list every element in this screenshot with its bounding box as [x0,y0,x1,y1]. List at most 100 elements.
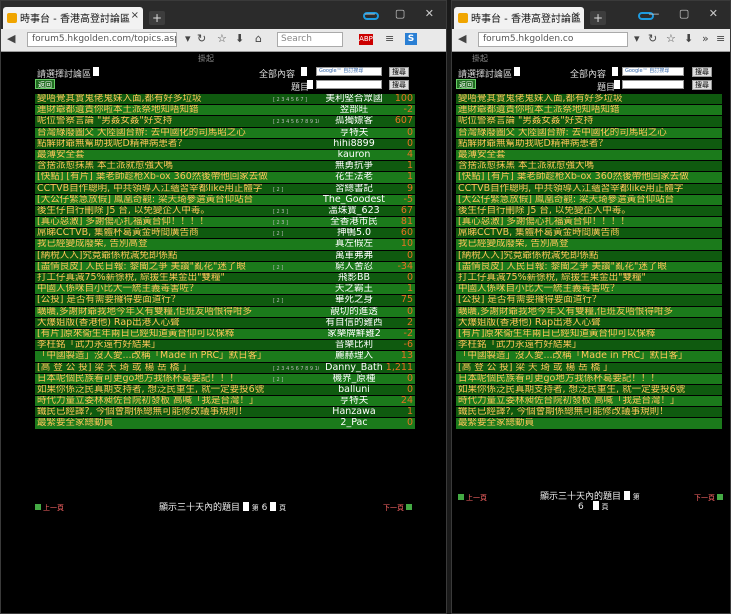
topic-author[interactable]: 亨特夫 [319,396,389,406]
topic-title[interactable]: 如果你係泛民真期支持者, 想泛民重生, 就一定要投6號 [37,385,273,395]
window-controls[interactable]: — ▢ ✕ [648,7,726,20]
topic-row[interactable]: [真心惡激] 多謝傷心扎福黃台仰！！！！ [456,217,722,229]
topic-author[interactable]: 花生法老 [319,172,389,182]
topic-author[interactable]: 無勇抗爭 [319,161,389,171]
topic-title[interactable]: CCTVB自作聰明, 中共領導人江蘊習宰都like用正體字 [37,184,273,194]
topic-title[interactable]: [高 登 公 投] 梁 天 琦 或 楊 岳 橋 」 [37,363,273,373]
topic-author[interactable]: 有自信的雞西 [319,318,389,328]
topic-title[interactable]: 最緊要全家總動員 [37,418,273,428]
topic-title[interactable]: 最薄安全套 [37,150,273,160]
topic-row[interactable]: 最緊要全家總動員 2_Pac 0 [35,418,415,430]
topic-author[interactable]: 亨特夫 [319,128,389,138]
back-button[interactable]: 返回 [456,79,476,89]
topic-title[interactable]: 打工仔真減75%薪徐稅, 綜援生果金出"雙糧" [458,273,720,283]
topic-row[interactable]: 「中國製造」沒人愛...改稱「Made in PRC」默日客」 [456,351,722,363]
topic-row[interactable]: 台灣綠廢圖父 大陸國台辦: 去中國化的司馬昭之心 亨特夫 0 [35,127,415,139]
home-icon[interactable]: ⌂ [255,32,262,45]
subject-dropdown[interactable] [614,80,620,89]
url-field[interactable]: forum5.hkgolden.co [478,32,628,47]
topic-title[interactable]: 李柱銘「武力永遠冇好結果」 [37,340,273,350]
topic-row[interactable]: 李柱銘「武力永遠冇好結果」 [456,340,722,352]
bookmark-star-icon[interactable]: ☆ [217,32,227,45]
topic-row[interactable]: 鐵民已經譯?, 今個會期係總無可能修改議事規則！ [456,407,722,419]
topic-title[interactable]: [高 登 公 投] 梁 天 琦 或 楊 岳 橋 」 [458,363,720,373]
topic-title[interactable]: 後生仔自行刪除 J5 台, 以免變企人中毒。 [37,206,273,216]
topic-row[interactable]: 鐵民已經譯?, 今個會期係總無可能修改議事規則！ Hanzawa 1 [35,407,415,419]
topic-author[interactable]: 抻鴨5.0 [319,228,389,238]
topic-row[interactable]: [盡情良皮] 人民日報: 黎閩之爭 美讚"亂花"迷了眼 [456,261,722,273]
topic-row[interactable]: 如果你係泛民真期支持者, 想泛民重生, 就一定要投6號 [456,384,722,397]
page-dropdown[interactable] [623,491,630,500]
topic-row[interactable]: 如果你係泛民真期支持者, 想泛民重生, 就一定要投6號 balluni 0 [35,384,415,397]
search-button-2[interactable]: 搜尋 [389,80,409,90]
page-number-dropdown[interactable] [270,502,277,511]
topic-author[interactable]: 全香港市民 [319,217,389,227]
topic-title[interactable]: 鐵民已經譯?, 今個會期係總無可能修改議事規則！ [458,407,720,417]
topic-title[interactable]: 曠曠,多謝財爺我地今年又有雙糧,佢班友唔恨得咁多 [37,307,273,317]
topic-author[interactable]: 真左假左 [319,239,389,249]
search-button[interactable]: 搜尋 [389,67,409,77]
topic-row[interactable]: 中國人係咪自小比大一統主義毒害咗？ [456,284,722,296]
topic-row[interactable]: 「中國製造」沒人愛...改稱「Made in PRC」默日客」 麗赫理入 13 [35,351,415,363]
topic-author[interactable]: 翌部旺 [319,105,389,115]
topic-author[interactable]: 靚切的進透 [319,307,389,317]
topic-title[interactable]: [大公仔緊急放假] 鳳凰奇觀: 梁天琦參選黃台仰站台 [37,195,273,205]
topic-pages[interactable]: [ 2 3 4 5 6 7 8 9 10 11 12 13 14 15 16 ] [273,364,319,373]
search-button-2[interactable]: 搜尋 [692,80,712,90]
topic-title[interactable]: 我已經變成廢柴, 告別高登 [37,239,273,249]
topic-title[interactable]: 日本呢個民族看可更go地方我係杯葛要記！！！ [37,374,273,384]
topic-title[interactable]: 中國人係咪自小比大一統主義毒害咗？ [37,284,273,294]
page-number-dropdown[interactable] [592,501,599,510]
topic-row[interactable]: 曠曠,多謝財爺我地今年又有雙糧,佢班友唔恨得咁多 [456,306,722,318]
download-icon[interactable]: ⬇ [235,32,244,45]
topic-title[interactable]: [納稅人入]究竟爺係稅減免即係點 [458,251,720,261]
topic-row[interactable]: [納稅人入]究竟爺係稅減免即係點 [456,250,722,262]
topic-author[interactable]: 家樂牌鮮雞2 [319,329,389,339]
topic-row[interactable]: [納稅人入]究竟爺係稅減免即係點 萬軍弗弗 0 [35,250,415,262]
topic-row[interactable]: 最薄安全套 [456,149,722,162]
adblock-icon[interactable]: ABP [359,34,373,45]
topic-author[interactable]: 飛影BB [319,273,389,283]
bookmark-star-icon[interactable]: ☆ [666,32,676,45]
topic-row[interactable]: 呢位警察言論 "男姦女姦"好支持 [456,116,722,128]
reload-icon[interactable]: ↻ [197,32,206,45]
tab-forum-right[interactable]: 時事台 - 香港高登討論區 × [454,7,584,29]
topic-title[interactable]: 連財爺都遺責你啦本土派祭地知唔知錯 [37,105,273,115]
topic-author[interactable]: 窮人舍忍 [319,262,389,272]
topic-title[interactable]: 曠曠,多謝財爺我地今年又有雙糧,佢班友唔恨得咁多 [458,307,720,317]
topic-author[interactable]: 萬軍弗弗 [319,251,389,261]
topic-row[interactable]: 變唔覺其實鬼佬鬼妹入面,都有好多垃圾 [456,94,722,106]
topic-title[interactable]: 鐵民已經譯?, 今個會期係總無可能修改議事規則！ [37,407,273,417]
topic-author[interactable]: 畢死之身 [319,295,389,305]
topic-title[interactable]: 點解財爺無幫助我呢D精神病患者？ [458,139,720,149]
topic-pages[interactable]: [ 2 ] [273,229,319,238]
topic-title[interactable]: [有片]原來衞生年兩日已經知道黃台仰可以保釋 [37,329,273,339]
topic-row[interactable]: 我已經變成廢柴, 告別高登 真左假左 10 [35,239,415,251]
tab-close-icon[interactable]: × [131,10,139,21]
topic-row[interactable]: 後生仔自行刪除 J5 台, 以免變企人中毒。[ 2 3 ] 溫珠寶_623 67 [35,205,415,218]
topic-title[interactable]: [有片]原來衞生年兩日已經知道黃台仰可以保釋 [458,329,720,339]
topic-row[interactable]: CCTVB自作聰明, 中共領導人江蘊習宰都like用正體字 [456,183,722,195]
topic-row[interactable]: [高 登 公 投] 梁 天 琦 或 楊 岳 橋 」[ 2 3 4 5 6 7 8… [35,362,415,374]
topic-author[interactable]: hihi8899 [319,139,389,149]
topic-title[interactable]: 打工仔真減75%薪徐稅, 綜援生果金出"雙糧" [37,273,273,283]
topic-title[interactable]: [盡情良皮] 人民日報: 黎閩之爭 美讚"亂花"迷了眼 [458,262,720,272]
topic-title[interactable]: 大爆姐版(香港他) Rap出港人心聲 [37,318,273,328]
topic-author[interactable]: 機界_原種 [319,374,389,384]
url-field[interactable]: forum5.hkgolden.com/topics.aspx?type= [27,32,177,47]
topic-title[interactable]: [納稅人入]究竟爺係稅減免即係點 [37,251,273,261]
topic-pages[interactable]: [ 2 3 ] [273,218,319,227]
topic-row[interactable]: 曠曠,多謝財爺我地今年又有雙糧,佢班友唔恨得咁多 靚切的進透 0 [35,306,415,318]
topic-row[interactable]: 大爆姐版(香港他) Rap出港人心聲 [456,317,722,329]
topic-author[interactable]: 2_Pac [319,418,389,428]
topic-title[interactable]: [盡情良皮] 人民日報: 黎閩之爭 美讚"亂花"迷了眼 [37,262,273,272]
topic-row[interactable]: [高 登 公 投] 梁 天 琦 或 楊 岳 橋 」 [456,362,722,374]
topic-row[interactable]: [有片]原來衞生年兩日已經知道黃台仰可以保釋 家樂牌鮮雞2 -2 [35,328,415,341]
topic-author[interactable]: 麗赫理入 [319,351,389,361]
topic-row[interactable]: 呢位警察言論 "男姦女姦"好支持[ 2 3 4 5 6 7 8 9 10 31 … [35,116,415,128]
forum-select-dropdown[interactable] [93,67,99,76]
topic-row[interactable]: 點解財爺無幫助我呢D精神病患者？ [456,138,722,150]
topic-author[interactable]: 孤獨嫖客 [319,116,389,126]
topic-title[interactable]: 連財爺都遺責你啦本土派祭地知唔知錯 [458,105,720,115]
topic-title[interactable]: 時代力量立委林昶佐台院初發板 高喊「我是台灣！」 [37,396,273,406]
